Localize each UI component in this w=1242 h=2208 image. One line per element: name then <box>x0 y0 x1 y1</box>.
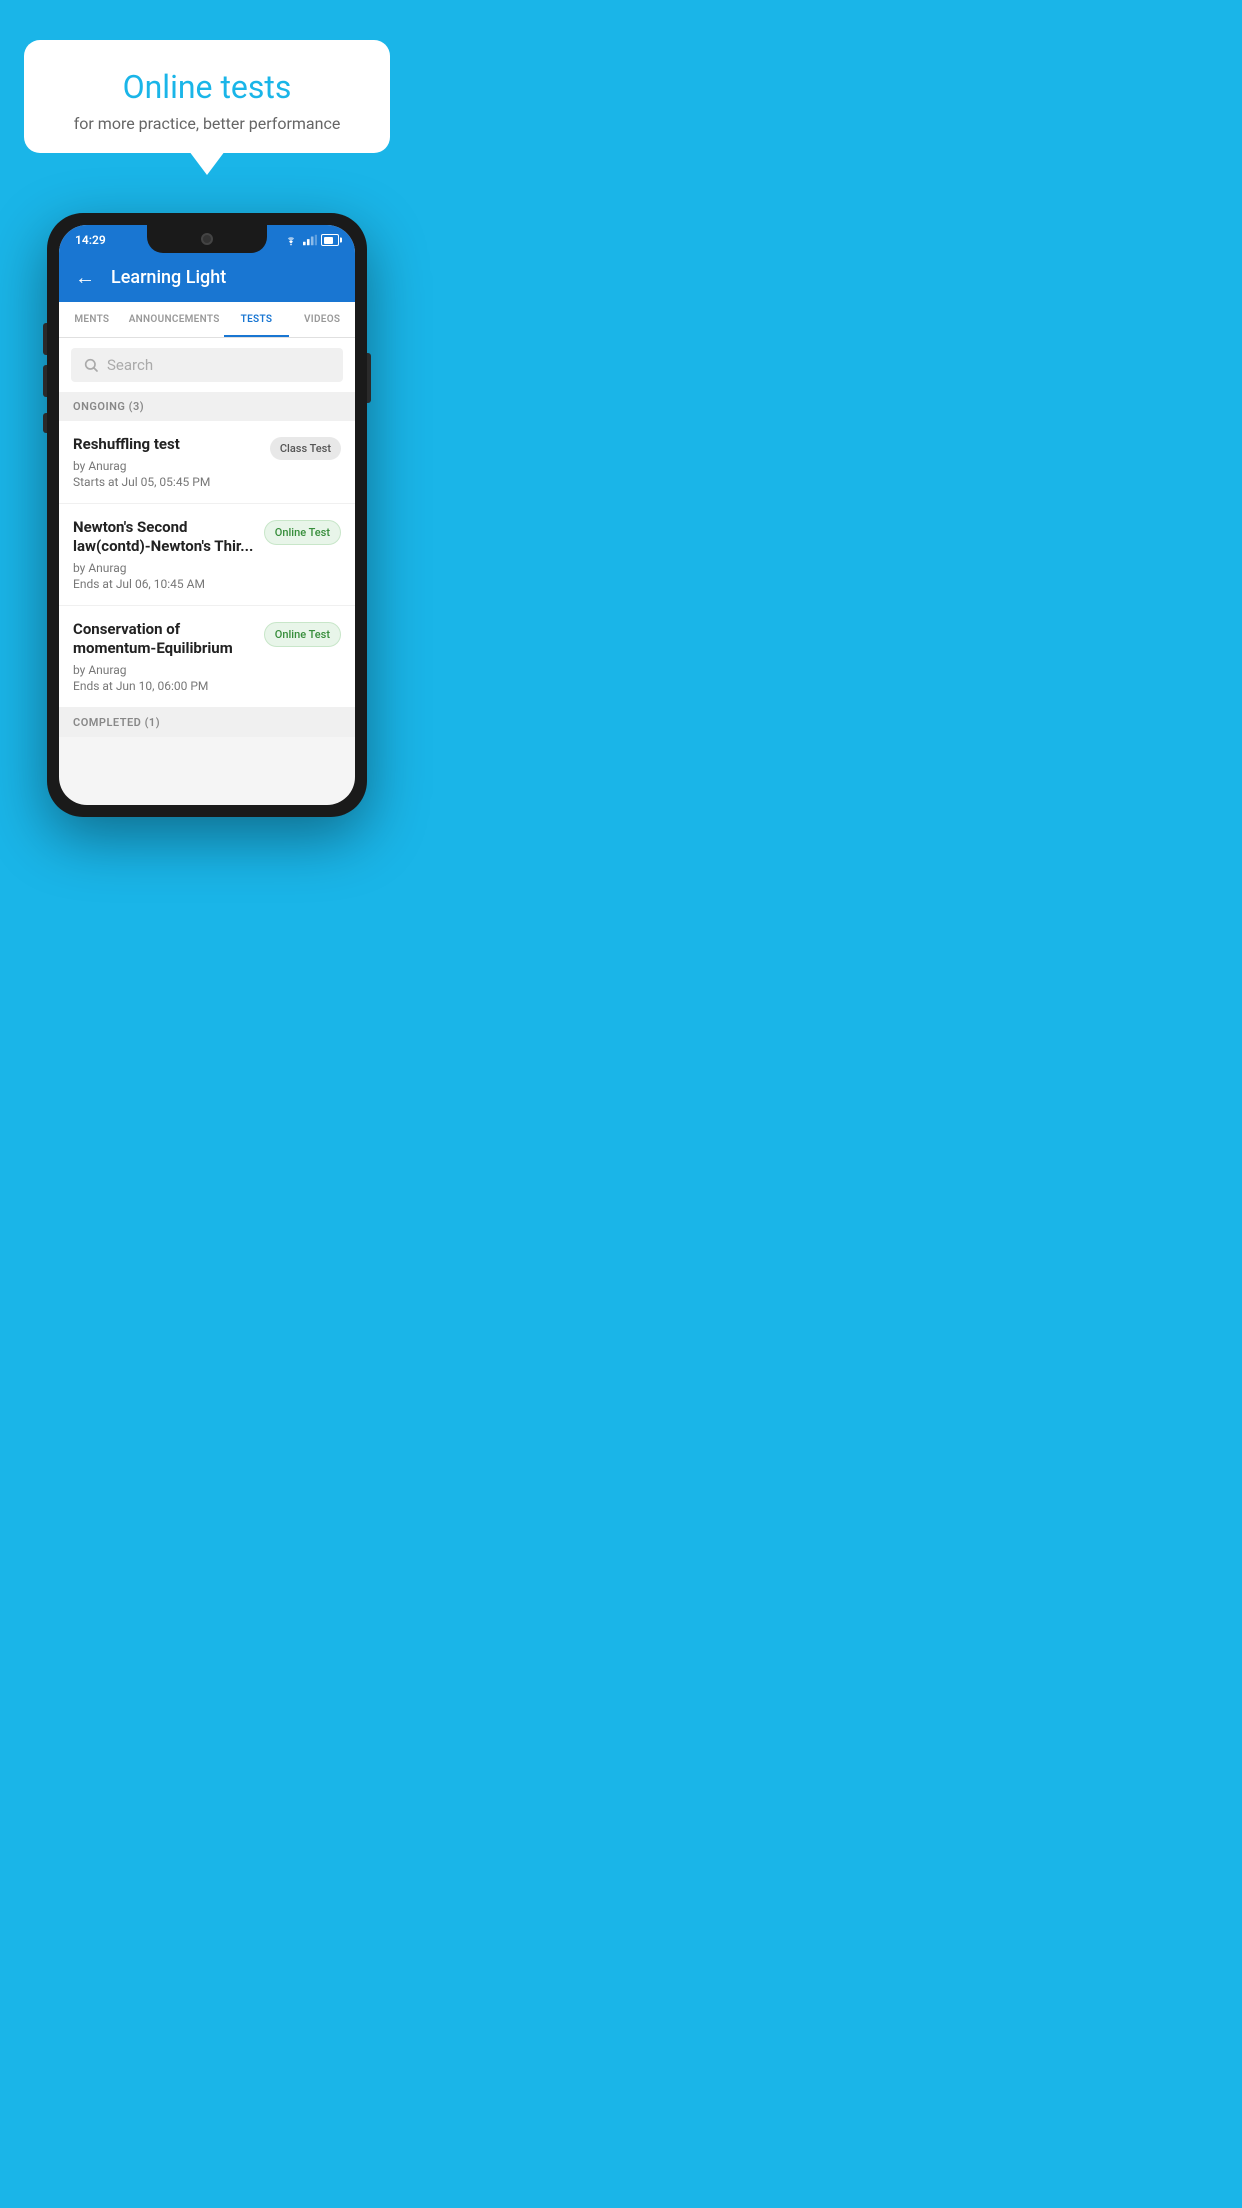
speech-bubble-container: Online tests for more practice, better p… <box>0 0 414 153</box>
test-name-3: Conservation of momentum-Equilibrium <box>73 620 254 659</box>
search-placeholder: Search <box>107 356 153 374</box>
speech-bubble: Online tests for more practice, better p… <box>24 40 390 153</box>
test-item-2[interactable]: Newton's Second law(contd)-Newton's Thir… <box>59 504 355 606</box>
speech-bubble-subtitle: for more practice, better performance <box>48 114 366 133</box>
test-list: Reshuffling test by Anurag Starts at Jul… <box>59 421 355 708</box>
search-input-wrapper[interactable]: Search <box>71 348 343 382</box>
phone-outer: 14:29 <box>47 213 367 817</box>
phone-camera <box>201 233 213 245</box>
test-author-3: by Anurag <box>73 663 254 677</box>
back-button[interactable]: ← <box>75 265 95 290</box>
battery-fill <box>324 237 333 244</box>
search-bar: Search <box>59 338 355 392</box>
battery-icon <box>321 234 339 246</box>
test-info-1: Reshuffling test by Anurag Starts at Jul… <box>73 435 260 489</box>
app-bar: ← Learning Light <box>59 253 355 302</box>
test-author-1: by Anurag <box>73 459 260 473</box>
test-item-3[interactable]: Conservation of momentum-Equilibrium by … <box>59 606 355 708</box>
test-time-2: Ends at Jul 06, 10:45 AM <box>73 577 254 591</box>
completed-section-header: COMPLETED (1) <box>59 708 355 737</box>
test-badge-2: Online Test <box>264 520 341 545</box>
tab-ments[interactable]: MENTS <box>59 302 125 337</box>
ongoing-section-header: ONGOING (3) <box>59 392 355 421</box>
phone-notch <box>147 225 267 253</box>
tab-announcements[interactable]: ANNOUNCEMENTS <box>125 302 224 337</box>
phone-mockup: 14:29 <box>47 213 367 817</box>
test-badge-3: Online Test <box>264 622 341 647</box>
phone-screen: 14:29 <box>59 225 355 805</box>
tab-videos[interactable]: VIDEOS <box>289 302 355 337</box>
status-time: 14:29 <box>75 233 106 247</box>
test-time-3: Ends at Jun 10, 06:00 PM <box>73 679 254 693</box>
tab-bar: MENTS ANNOUNCEMENTS TESTS VIDEOS <box>59 302 355 338</box>
phone-left-button <box>43 413 47 433</box>
test-time-1: Starts at Jul 05, 05:45 PM <box>73 475 260 489</box>
test-info-2: Newton's Second law(contd)-Newton's Thir… <box>73 518 254 591</box>
test-author-2: by Anurag <box>73 561 254 575</box>
status-icons <box>283 234 339 246</box>
test-name-1: Reshuffling test <box>73 435 260 455</box>
phone-vol-down-button <box>43 365 47 397</box>
test-item-1[interactable]: Reshuffling test by Anurag Starts at Jul… <box>59 421 355 504</box>
phone-power-button <box>367 353 371 403</box>
phone-vol-up-button <box>43 323 47 355</box>
wifi-icon <box>283 234 299 246</box>
test-name-2: Newton's Second law(contd)-Newton's Thir… <box>73 518 254 557</box>
tab-tests[interactable]: TESTS <box>224 302 290 337</box>
search-icon <box>83 357 99 373</box>
test-info-3: Conservation of momentum-Equilibrium by … <box>73 620 254 693</box>
app-bar-title: Learning Light <box>111 267 226 288</box>
test-badge-1: Class Test <box>270 437 341 460</box>
signal-icon <box>303 234 317 246</box>
speech-bubble-title: Online tests <box>48 68 366 106</box>
